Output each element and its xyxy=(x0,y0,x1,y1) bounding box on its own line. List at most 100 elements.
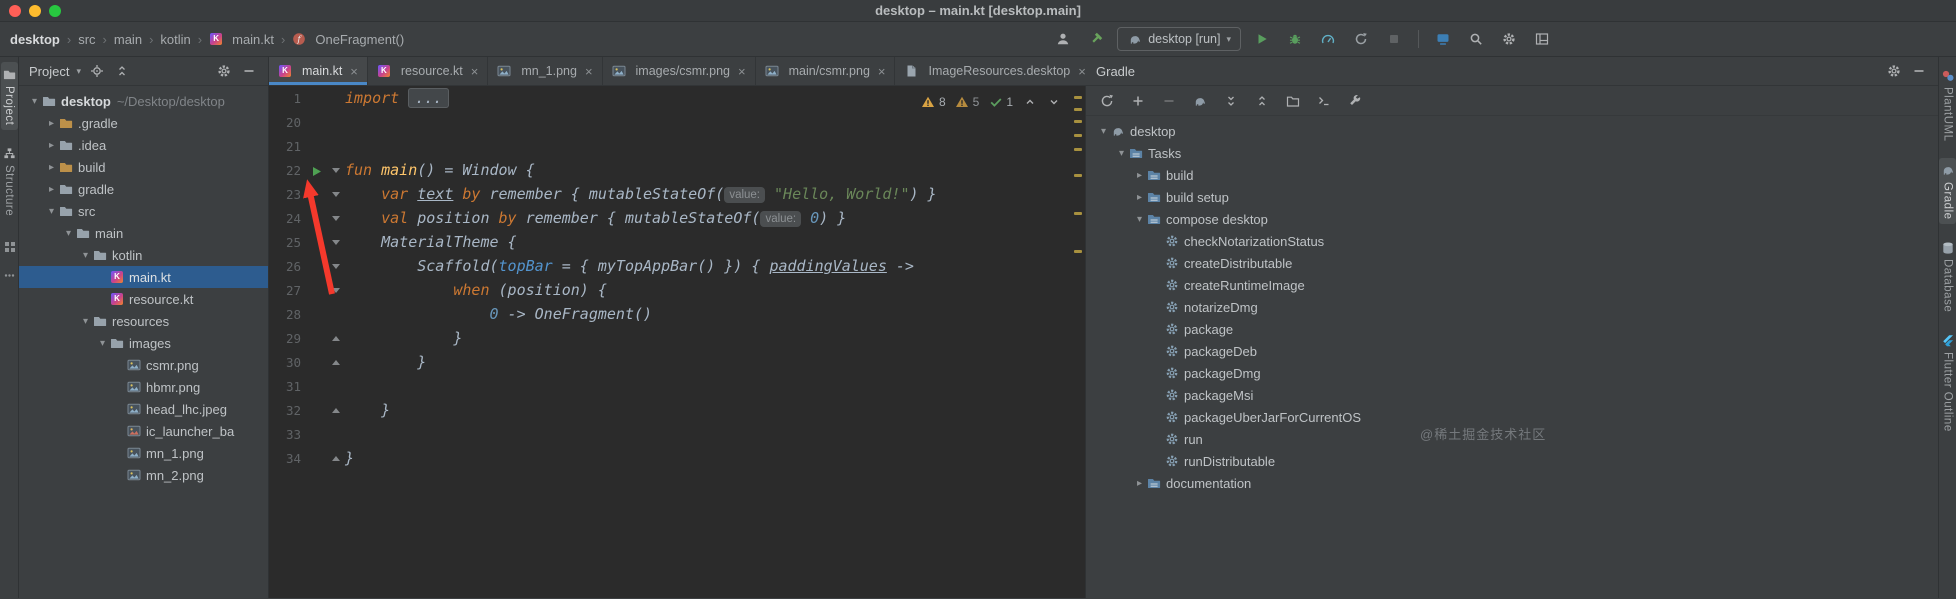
maximize-window-button[interactable] xyxy=(49,4,61,17)
search-everywhere-button[interactable] xyxy=(1464,27,1488,51)
gradle-refresh-button[interactable] xyxy=(1098,92,1116,110)
tree-chevron-icon[interactable]: ▾ xyxy=(27,96,42,107)
hide-panel-button[interactable] xyxy=(240,62,258,80)
project-tree-item-mn-1-png[interactable]: mn_1.png xyxy=(19,442,268,464)
tab-main-kt[interactable]: Kmain.kt × xyxy=(269,57,368,85)
code-editor[interactable]: 1 import ... 20 21 22 fun main() = Window {23… xyxy=(269,86,1086,598)
project-tree-item-hbmr-png[interactable]: hbmr.png xyxy=(19,376,268,398)
project-tree-item-src[interactable]: ▾ src xyxy=(19,200,268,222)
gradle-tree-item-desktop[interactable]: ▾ desktop xyxy=(1086,120,1938,142)
project-tree-item-gradle[interactable]: ▸ gradle xyxy=(19,178,268,200)
project-tree-item-mn-2-png[interactable]: mn_2.png xyxy=(19,464,268,486)
project-tree-item--gradle[interactable]: ▸ .gradle xyxy=(19,112,268,134)
run-gutter-icon[interactable] xyxy=(311,164,322,182)
expand-all-button[interactable] xyxy=(1222,92,1240,110)
rerun-button[interactable] xyxy=(1349,27,1373,51)
tab-resource-kt[interactable]: Kresource.kt × xyxy=(368,57,489,85)
grid-icon[interactable] xyxy=(2,239,17,254)
tree-chevron-icon[interactable]: ▸ xyxy=(1132,192,1147,203)
group-tasks-button[interactable] xyxy=(1284,92,1302,110)
error-stripe[interactable] xyxy=(1071,86,1085,598)
tab-close-icon[interactable]: × xyxy=(585,64,593,79)
gradle-tree-item-build[interactable]: ▸ build xyxy=(1086,164,1938,186)
tool-button-project[interactable]: Project xyxy=(0,62,18,131)
tree-chevron-icon[interactable]: ▾ xyxy=(1132,214,1147,225)
gradle-tree-item-packagemsi[interactable]: packageMsi xyxy=(1086,384,1938,406)
fold-marker-icon[interactable] xyxy=(332,216,340,221)
fold-marker-icon[interactable] xyxy=(332,360,340,365)
project-tree-item-resource-kt[interactable]: Kresource.kt xyxy=(19,288,268,310)
settings-button[interactable] xyxy=(1497,27,1521,51)
tree-chevron-icon[interactable]: ▾ xyxy=(95,338,110,349)
fold-marker-icon[interactable] xyxy=(332,408,340,413)
tree-chevron-icon[interactable]: ▾ xyxy=(61,228,76,239)
project-tree-item-ic-launcher-ba[interactable]: ic_launcher_ba xyxy=(19,420,268,442)
collapse-all-button[interactable] xyxy=(113,62,131,80)
tree-chevron-icon[interactable]: ▾ xyxy=(78,250,93,261)
minimize-window-button[interactable] xyxy=(29,4,41,17)
project-tree-item-csmr-png[interactable]: csmr.png xyxy=(19,354,268,376)
close-window-button[interactable] xyxy=(9,4,21,17)
gradle-tree-item-rundistributable[interactable]: runDistributable xyxy=(1086,450,1938,472)
tree-chevron-icon[interactable]: ▾ xyxy=(44,206,59,217)
code-with-me-button[interactable] xyxy=(1431,27,1455,51)
project-tree-item-main[interactable]: ▾ main xyxy=(19,222,268,244)
project-tree-item-head-lhc-jpeg[interactable]: head_lhc.jpeg xyxy=(19,398,268,420)
tree-chevron-icon[interactable]: ▸ xyxy=(1132,478,1147,489)
run-configuration-selector[interactable]: desktop [run] ▾ xyxy=(1117,27,1241,51)
fold-marker-icon[interactable] xyxy=(332,288,340,293)
project-panel-title[interactable]: Project xyxy=(29,64,69,79)
tab-imageresources-desktop[interactable]: ImageResources.desktop × xyxy=(895,57,1096,85)
tree-chevron-icon[interactable]: ▾ xyxy=(1114,148,1129,159)
tab-close-icon[interactable]: × xyxy=(878,64,886,79)
tree-chevron-icon[interactable]: ▸ xyxy=(44,162,59,173)
locate-file-button[interactable] xyxy=(88,62,106,80)
hide-gradle-panel-button[interactable] xyxy=(1910,62,1928,80)
tool-button-plantuml[interactable]: PlantUML xyxy=(1939,63,1956,147)
gradle-tree-item-documentation[interactable]: ▸ documentation xyxy=(1086,472,1938,494)
gradle-tree-item-packagedeb[interactable]: packageDeb xyxy=(1086,340,1938,362)
build-project-button[interactable] xyxy=(1084,27,1108,51)
gradle-tree-item-notarizedmg[interactable]: notarizeDmg xyxy=(1086,296,1938,318)
previous-issue-icon[interactable] xyxy=(1022,94,1037,109)
project-tree-item-images[interactable]: ▾ images xyxy=(19,332,268,354)
warnings-count[interactable]: 8 xyxy=(921,94,946,109)
tab-close-icon[interactable]: × xyxy=(471,64,479,79)
project-tree-item-main-kt[interactable]: Kmain.kt xyxy=(19,266,268,288)
gradle-options-button[interactable] xyxy=(1885,62,1903,80)
breadcrumb-item[interactable]: kotlin xyxy=(160,32,190,47)
gradle-attach-button[interactable] xyxy=(1129,92,1147,110)
next-issue-icon[interactable] xyxy=(1046,94,1061,109)
gradle-tree-item-packagedmg[interactable]: packageDmg xyxy=(1086,362,1938,384)
breadcrumb-item[interactable]: desktop xyxy=(10,32,60,47)
user-icon[interactable] xyxy=(1051,27,1075,51)
gradle-tree-item-build-setup[interactable]: ▸ build setup xyxy=(1086,186,1938,208)
tab-close-icon[interactable]: × xyxy=(1078,64,1086,79)
tree-chevron-icon[interactable]: ▾ xyxy=(1096,126,1111,137)
breadcrumb-item[interactable]: Kmain.kt xyxy=(209,32,274,47)
project-tree-item-desktop[interactable]: ▾ desktop ~/Desktop/desktop xyxy=(19,90,268,112)
more-tools-icon[interactable] xyxy=(2,268,17,283)
fold-marker-icon[interactable] xyxy=(332,264,340,269)
layout-button[interactable] xyxy=(1530,27,1554,51)
fold-marker-icon[interactable] xyxy=(332,336,340,341)
gradle-tree-item-createruntimeimage[interactable]: createRuntimeImage xyxy=(1086,274,1938,296)
project-tree-item-build[interactable]: ▸ build xyxy=(19,156,268,178)
tree-chevron-icon[interactable]: ▸ xyxy=(44,118,59,129)
fold-marker-icon[interactable] xyxy=(332,192,340,197)
inspections-widget[interactable]: 8 5 1 xyxy=(921,94,1061,109)
project-tree-item--idea[interactable]: ▸ .idea xyxy=(19,134,268,156)
gradle-console-button[interactable] xyxy=(1315,92,1333,110)
tool-button-flutter-outline[interactable]: Flutter Outline xyxy=(1939,328,1956,437)
run-button[interactable] xyxy=(1250,27,1274,51)
fold-marker-icon[interactable] xyxy=(332,456,340,461)
tool-button-database[interactable]: Database xyxy=(1939,235,1956,317)
tree-chevron-icon[interactable]: ▸ xyxy=(44,184,59,195)
gradle-execute-button[interactable] xyxy=(1191,92,1209,110)
breadcrumb-item[interactable]: main xyxy=(114,32,142,47)
gradle-tree-item-package[interactable]: package xyxy=(1086,318,1938,340)
weak-warnings-count[interactable]: 5 xyxy=(955,94,979,109)
gradle-tree-item-checknotarizationstatus[interactable]: checkNotarizationStatus xyxy=(1086,230,1938,252)
tab-close-icon[interactable]: × xyxy=(350,64,358,79)
gradle-tree-item-tasks[interactable]: ▾ Tasks xyxy=(1086,142,1938,164)
